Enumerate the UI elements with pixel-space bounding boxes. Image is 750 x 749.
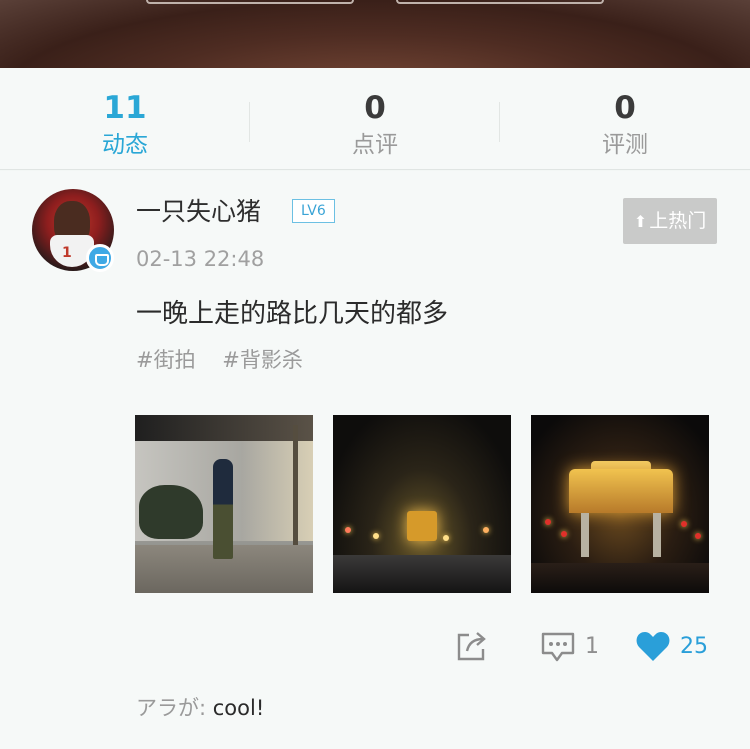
banner-button-right[interactable] (396, 0, 604, 4)
feed-post: 1 一只失心猪 LV6 02-13 22:48 ⬆ 上热门 一晚上走的路比几天的都… (0, 171, 750, 749)
tab-evaluations[interactable]: 0 评测 (500, 68, 750, 170)
banner-button-left[interactable] (146, 0, 354, 4)
reviews-count: 0 (364, 90, 386, 126)
heart-icon[interactable] (635, 629, 671, 663)
avatar[interactable]: 1 (32, 189, 114, 272)
post-tags: #街拍 #背影杀 (136, 345, 323, 375)
post-photo-1[interactable] (135, 415, 313, 593)
tag-link[interactable]: #背影杀 (222, 348, 303, 372)
evaluations-label: 评测 (602, 132, 648, 158)
post-content: 一晚上走的路比几天的都多 (136, 299, 449, 329)
like-count: 25 (680, 634, 708, 659)
profile-stats-bar: 11 动态 0 点评 0 评测 (0, 68, 750, 170)
post-username[interactable]: 一只失心猪 (136, 195, 261, 229)
verified-badge-icon (86, 244, 114, 272)
tab-reviews[interactable]: 0 点评 (250, 68, 500, 170)
arrow-up-icon: ⬆ (633, 212, 648, 231)
post-timestamp: 02-13 22:48 (136, 247, 265, 271)
post-photo-3[interactable] (531, 415, 709, 593)
profile-banner (0, 0, 750, 68)
boost-hot-label: 上热门 (649, 210, 707, 232)
evaluations-count: 0 (614, 90, 636, 126)
reply-separator: : (199, 696, 213, 720)
comment-icon[interactable] (540, 631, 576, 663)
dynamics-count: 11 (103, 90, 147, 126)
comment-preview[interactable]: アラが: cool! (136, 693, 264, 723)
share-icon[interactable] (455, 629, 489, 663)
reply-text: cool! (212, 696, 265, 720)
boost-hot-button[interactable]: ⬆ 上热门 (623, 198, 717, 244)
tag-link[interactable]: #街拍 (136, 348, 196, 372)
reply-username: アラが (136, 696, 199, 720)
reviews-label: 点评 (352, 132, 398, 158)
comment-count: 1 (585, 634, 599, 659)
dynamics-label: 动态 (102, 132, 148, 158)
tab-dynamics[interactable]: 11 动态 (0, 68, 250, 170)
level-badge: LV6 (292, 199, 335, 223)
post-photo-2[interactable] (333, 415, 511, 593)
